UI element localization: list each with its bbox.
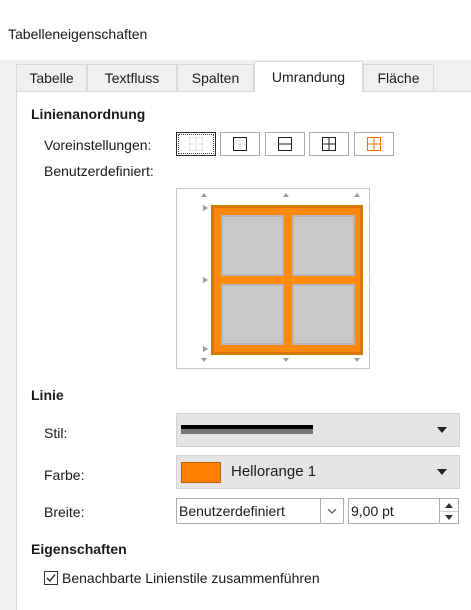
line-arrangement-heading: Linienanordnung — [31, 106, 146, 122]
arrow-top-right-icon — [354, 193, 360, 197]
arrow-top-left-icon — [201, 193, 207, 197]
width-spin-buttons — [439, 499, 458, 523]
line-style-dropdown[interactable] — [176, 413, 460, 447]
arrow-right-top-icon — [368, 205, 373, 211]
border-preview[interactable] — [176, 188, 373, 369]
arrow-top-mid-icon — [283, 193, 289, 197]
tab-flaeche[interactable]: Fläche — [363, 64, 434, 91]
color-swatch — [181, 462, 221, 483]
tab-spalten[interactable]: Spalten — [177, 64, 254, 91]
arrow-right-mid-icon — [368, 277, 373, 283]
outer-border-horizontal-icon — [278, 137, 292, 151]
width-label: Breite: — [44, 504, 85, 520]
arrow-right-bottom-icon — [368, 346, 373, 352]
spin-down-button[interactable] — [440, 511, 458, 523]
presets-label: Voreinstellungen: — [44, 137, 152, 153]
preset-outer-horizontal[interactable] — [265, 132, 305, 156]
triangle-up-icon — [445, 502, 453, 508]
color-value: Hellorange 1 — [231, 463, 317, 480]
arrow-left-mid-icon — [203, 277, 208, 283]
width-value-spinbox[interactable]: 9,00 pt — [348, 498, 459, 524]
check-icon — [44, 571, 58, 585]
outer-border-icon — [233, 137, 247, 151]
outer-border-keep-inner-icon — [367, 137, 381, 151]
width-mode-dropdown-button[interactable] — [320, 499, 343, 523]
arrow-bottom-mid-icon — [283, 358, 289, 362]
width-mode-select[interactable]: Benutzerdefiniert — [176, 498, 344, 524]
title-bar: Tabelleneigenschaften — [0, 0, 471, 60]
arrow-bottom-right-icon — [354, 358, 360, 362]
line-color-dropdown[interactable]: Hellorange 1 — [176, 455, 460, 489]
chevron-down-icon — [437, 469, 447, 475]
chevron-down-icon — [327, 508, 337, 514]
no-borders-icon — [189, 137, 203, 151]
preset-outer-all-inner[interactable] — [309, 132, 349, 156]
tab-umrandung[interactable]: Umrandung — [254, 61, 363, 92]
line-style-preview — [181, 425, 313, 434]
custom-label: Benutzerdefiniert: — [44, 163, 154, 179]
border-preview-canvas — [201, 193, 373, 362]
tab-tabelle[interactable]: Tabelle — [16, 64, 87, 91]
dialog-title: Tabelleneigenschaften — [8, 26, 148, 42]
arrow-bottom-left-icon — [201, 358, 207, 362]
merge-line-styles-label[interactable]: Benachbarte Linienstile zusammenführen — [62, 570, 320, 586]
line-heading: Linie — [31, 387, 64, 403]
triangle-down-icon — [445, 514, 453, 520]
arrow-left-top-icon — [203, 205, 208, 211]
preset-no-borders[interactable] — [176, 132, 216, 156]
outer-border-all-inner-icon — [322, 137, 336, 151]
properties-heading: Eigenschaften — [31, 541, 127, 557]
table-properties-dialog: Tabelleneigenschaften Tabelle Textfluss … — [0, 0, 471, 610]
style-label: Stil: — [44, 425, 68, 441]
merge-line-styles-checkbox[interactable] — [44, 571, 58, 585]
arrow-left-bottom-icon — [203, 346, 208, 352]
preset-outer-keep-inner[interactable] — [354, 132, 394, 156]
width-mode-value: Benutzerdefiniert — [179, 503, 285, 519]
tab-textfluss[interactable]: Textfluss — [87, 64, 177, 91]
chevron-down-icon — [437, 427, 447, 433]
width-value: 9,00 pt — [351, 503, 394, 519]
color-label: Farbe: — [44, 467, 85, 483]
preset-outer-border[interactable] — [220, 132, 260, 156]
